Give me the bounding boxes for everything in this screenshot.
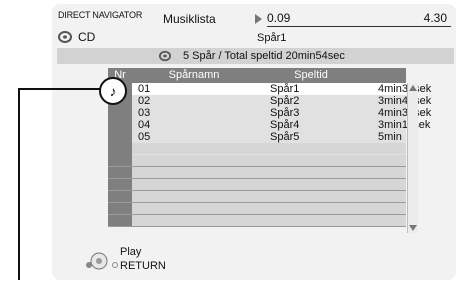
table-row[interactable]: 01 Spår1 4min30sek (108, 83, 431, 95)
track-duration: 3min11sek (366, 119, 430, 131)
music-note-icon: ♪ (99, 77, 127, 105)
scroll-down-icon[interactable] (409, 225, 417, 231)
track-number: 03 (132, 107, 256, 119)
progress-line (267, 26, 451, 27)
track-name: Spår4 (256, 119, 366, 131)
return-dot-icon (112, 262, 118, 268)
summary-text: 5 Spår / Total speltid 20min54sec (183, 50, 345, 62)
media-row: CD (58, 30, 95, 44)
empty-row (108, 179, 406, 191)
table-body: 01 Spår1 4min30sek 02 Spår2 3min41sek 03… (108, 83, 431, 227)
track-name: Spår1 (256, 83, 366, 95)
table-row[interactable]: 02 Spår2 3min41sek (108, 95, 431, 107)
table-row[interactable]: 03 Spår3 4min30sek (108, 107, 431, 119)
row-icon-cell (108, 119, 132, 131)
empty-row (108, 143, 406, 155)
table-row[interactable]: 04 Spår4 3min11sek (108, 119, 430, 131)
track-number: 02 (132, 95, 256, 107)
media-label: CD (78, 30, 96, 44)
empty-row (108, 215, 406, 227)
summary-band: 5 Spår / Total speltid 20min54sec (57, 48, 454, 64)
track-table: Nr Spårnamn Speltid 01 Spår1 4min30sek 0… (108, 68, 431, 236)
track-duration: 4min30sek (366, 83, 431, 95)
remote-control-icon (90, 252, 108, 270)
empty-row (108, 155, 406, 167)
navigator-label: DIRECT NAVIGATOR (58, 10, 143, 20)
table-scrollbar[interactable] (407, 83, 418, 233)
play-indicator-icon (255, 14, 262, 24)
column-header-time: Speltid (294, 69, 328, 81)
scroll-up-icon[interactable] (409, 85, 417, 91)
table-row[interactable]: 05 Spår5 5min 2sek (108, 131, 406, 155)
track-number: 04 (132, 119, 256, 131)
table-header-row: Nr Spårnamn Speltid (108, 68, 406, 83)
track-duration: 4min30sek (366, 107, 431, 119)
callout-line (18, 88, 101, 280)
empty-row (108, 167, 406, 179)
track-name: Spår3 (256, 107, 366, 119)
column-header-pad (366, 68, 406, 83)
disc-icon (58, 31, 72, 43)
current-track-label: Spår1 (257, 32, 287, 44)
screen-title: Musiklista (163, 12, 216, 26)
return-label[interactable]: RETURN (120, 260, 166, 272)
row-icon-cell (108, 107, 132, 119)
elapsed-time: 0.09 (267, 11, 291, 25)
total-time: 4.30 (423, 11, 447, 25)
column-header-name: Spårnamn (168, 69, 220, 81)
play-label[interactable]: Play (120, 246, 141, 258)
empty-row (108, 203, 406, 215)
track-duration: 3min41sek (366, 95, 431, 107)
track-name: Spår2 (256, 95, 366, 107)
disc-icon (159, 50, 171, 62)
track-number: 01 (132, 83, 256, 95)
playback-progress: 0.09 4.30 (255, 9, 451, 29)
empty-row (108, 191, 406, 203)
